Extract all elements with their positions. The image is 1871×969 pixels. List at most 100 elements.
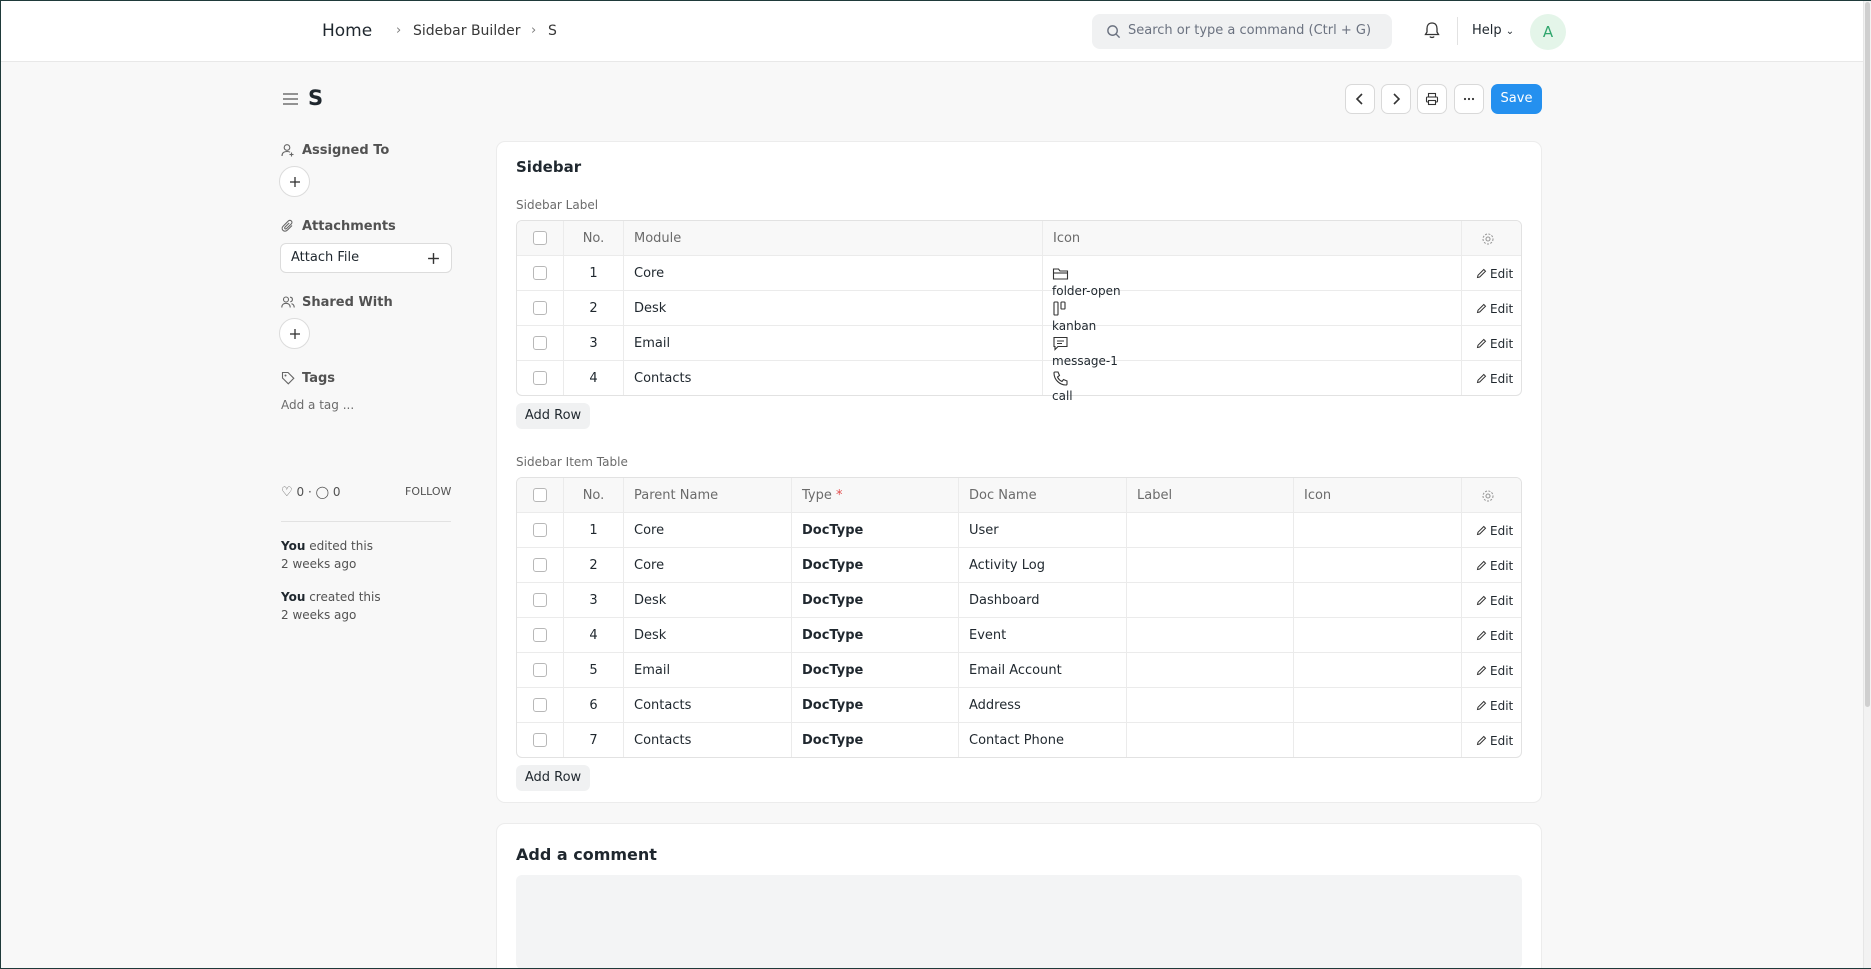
add-assignee-button[interactable] [279,166,310,197]
row-doc[interactable]: User [959,513,1127,548]
row-parent[interactable]: Core [624,513,792,548]
row-checkbox[interactable] [533,628,547,642]
help-dropdown[interactable]: Help ⌄ [1472,23,1514,38]
row-type[interactable]: DocType [792,653,959,688]
row-type[interactable]: DocType [792,513,959,548]
scrollbar-thumb[interactable] [1865,2,1870,707]
row-label[interactable] [1127,513,1294,548]
edit-row-button[interactable]: Edit [1476,302,1513,316]
row-doc[interactable]: Dashboard [959,583,1127,618]
attach-file-button[interactable]: Attach File [280,243,452,273]
edit-row-button[interactable]: Edit [1476,699,1513,713]
row-label[interactable] [1127,688,1294,723]
row-label[interactable] [1127,653,1294,688]
edit-row-button[interactable]: Edit [1476,594,1513,608]
row-label[interactable] [1127,583,1294,618]
row-icon[interactable] [1294,723,1462,757]
row-parent[interactable]: Desk [624,618,792,653]
table-row[interactable]: 1 Core DocType User Edit [517,513,1521,548]
row-doc[interactable]: Activity Log [959,548,1127,583]
edit-row-button[interactable]: Edit [1476,664,1513,678]
follow-button[interactable]: FOLLOW [405,485,451,498]
previous-doc-button[interactable] [1345,84,1375,114]
gear-icon[interactable] [1481,232,1495,246]
table-row[interactable]: 3 Desk DocType Dashboard Edit [517,583,1521,618]
table-row[interactable]: 1 Core Edit [517,256,1521,291]
row-type[interactable]: DocType [792,688,959,723]
select-all-checkbox[interactable] [533,488,547,502]
row-icon[interactable] [1294,618,1462,653]
row-doc[interactable]: Event [959,618,1127,653]
row-checkbox[interactable] [533,593,547,607]
row-checkbox[interactable] [533,371,547,385]
row-checkbox[interactable] [533,733,547,747]
add-tag-link[interactable]: Add a tag ... [281,398,354,412]
row-parent[interactable]: Desk [624,583,792,618]
row-type[interactable]: DocType [792,548,959,583]
edit-row-button[interactable]: Edit [1476,629,1513,643]
row-type[interactable]: DocType [792,618,959,653]
table-row[interactable]: 6 Contacts DocType Address Edit [517,688,1521,723]
row-icon[interactable] [1294,583,1462,618]
row-checkbox[interactable] [533,698,547,712]
save-button[interactable]: Save [1491,84,1542,114]
row-parent[interactable]: Email [624,653,792,688]
print-button[interactable] [1417,84,1447,114]
row-type[interactable]: DocType [792,723,959,757]
row-doc[interactable]: Contact Phone [959,723,1127,757]
row-checkbox[interactable] [533,266,547,280]
table-row[interactable]: 2 Desk Edit [517,291,1521,326]
row-parent[interactable]: Core [624,548,792,583]
breadcrumb-current[interactable]: S [548,23,557,39]
row-checkbox[interactable] [533,558,547,572]
row-checkbox[interactable] [533,336,547,350]
comment-icon[interactable]: ◯ [316,485,329,499]
row-checkbox[interactable] [533,523,547,537]
row-label[interactable] [1127,723,1294,757]
row-checkbox[interactable] [533,663,547,677]
add-row-button[interactable]: Add Row [516,765,590,791]
table-row[interactable]: 7 Contacts DocType Contact Phone Edit [517,723,1521,757]
edit-row-button[interactable]: Edit [1476,267,1513,281]
row-checkbox[interactable] [533,301,547,315]
avatar[interactable]: A [1530,14,1566,50]
row-module[interactable]: Email [624,326,1043,361]
row-icon[interactable] [1294,513,1462,548]
search-input[interactable]: Search or type a command (Ctrl + G) [1092,14,1392,49]
edit-row-button[interactable]: Edit [1476,559,1513,573]
row-module[interactable]: Contacts [624,361,1043,395]
table-row[interactable]: 2 Core DocType Activity Log Edit [517,548,1521,583]
row-module[interactable]: Core [624,256,1043,291]
row-label[interactable] [1127,618,1294,653]
row-parent[interactable]: Contacts [624,688,792,723]
breadcrumb-sidebar-builder[interactable]: Sidebar Builder [413,23,520,39]
table-row[interactable]: 3 Email Edit [517,326,1521,361]
row-icon[interactable] [1294,548,1462,583]
heart-icon[interactable]: ♡ [281,485,293,500]
add-share-button[interactable] [279,318,310,349]
row-doc[interactable]: Email Account [959,653,1127,688]
table-row[interactable]: 5 Email DocType Email Account Edit [517,653,1521,688]
row-doc[interactable]: Address [959,688,1127,723]
more-actions-button[interactable] [1454,84,1484,114]
edit-row-button[interactable]: Edit [1476,372,1513,386]
edit-row-button[interactable]: Edit [1476,734,1513,748]
row-type[interactable]: DocType [792,583,959,618]
edit-row-button[interactable]: Edit [1476,337,1513,351]
row-icon[interactable] [1294,653,1462,688]
row-parent[interactable]: Contacts [624,723,792,757]
row-icon[interactable] [1294,688,1462,723]
breadcrumb-home[interactable]: Home [322,21,372,41]
row-label[interactable] [1127,548,1294,583]
sidebar-toggle-icon[interactable] [282,92,299,106]
next-doc-button[interactable] [1381,84,1411,114]
table-row[interactable]: 4 Contacts Edit [517,361,1521,395]
comment-input[interactable] [516,875,1522,969]
select-all-checkbox[interactable] [533,231,547,245]
row-module[interactable]: Desk [624,291,1043,326]
add-row-button[interactable]: Add Row [516,403,590,429]
notification-bell-icon[interactable] [1422,20,1442,40]
gear-icon[interactable] [1481,489,1495,503]
table-row[interactable]: 4 Desk DocType Event Edit [517,618,1521,653]
edit-row-button[interactable]: Edit [1476,524,1513,538]
